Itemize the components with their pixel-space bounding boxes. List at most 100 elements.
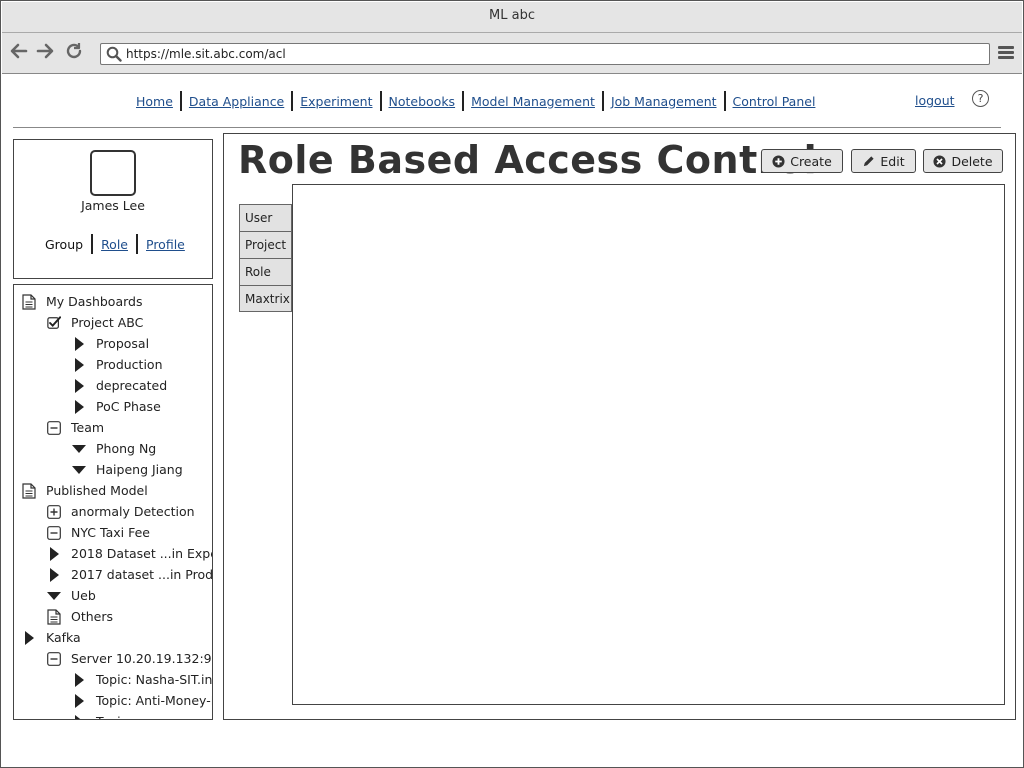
triangle-right-icon[interactable]	[72, 357, 86, 372]
browser-window: ML abc Home Data Appliance Experiment No…	[0, 0, 1024, 768]
tree-item[interactable]: Kafka	[22, 627, 81, 648]
triangle-right-icon[interactable]	[47, 546, 61, 561]
tree-item[interactable]: Team	[47, 417, 104, 438]
main-panel: Role Based Access Control Create Edit De…	[223, 133, 1016, 720]
triangle-right-icon[interactable]	[22, 630, 36, 645]
tree-item[interactable]: 2018 Dataset ...in Experiment	[47, 543, 212, 564]
minus-box-icon[interactable]	[47, 420, 61, 435]
minus-box-icon[interactable]	[47, 525, 61, 540]
side-tabs: User Project Role Maxtrix	[239, 204, 292, 312]
tree-item-label: Kafka	[46, 630, 81, 645]
tree-item-label: Team	[71, 420, 105, 435]
group-tab[interactable]: Group	[45, 237, 91, 252]
tree-item-label: Haipeng Jiang	[96, 462, 183, 477]
tree-item[interactable]: Phong Ng	[72, 438, 156, 459]
document-icon[interactable]	[22, 293, 36, 310]
tree-item[interactable]: Topic: Nasha-SIT.in	[72, 669, 212, 690]
nav-model-management-link[interactable]: Model Management	[464, 94, 602, 109]
nav-data-appliance-link[interactable]: Data Appliance	[182, 94, 291, 109]
profile-link[interactable]: Profile	[138, 237, 193, 252]
tree-item[interactable]: Published Model	[22, 480, 148, 501]
logout-link[interactable]: logout	[915, 93, 955, 108]
search-icon	[106, 46, 122, 62]
delete-button[interactable]: Delete	[923, 149, 1003, 173]
nav-notebooks-link[interactable]: Notebooks	[382, 94, 463, 109]
nav-home-link[interactable]: Home	[129, 94, 180, 109]
tree-item[interactable]: deprecated	[72, 375, 167, 396]
page-title: Role Based Access Control	[238, 138, 818, 182]
triangle-right-icon[interactable]	[47, 567, 61, 582]
tab-project[interactable]: Project	[239, 231, 292, 258]
nav-control-panel-link[interactable]: Control Panel	[726, 94, 823, 109]
dashboard-tree: My Dashboards Project ABC Proposal Producti…	[13, 284, 213, 720]
tree-item[interactable]: Ueb	[47, 585, 96, 606]
tree-item-label: Topic	[96, 714, 127, 719]
triangle-right-icon[interactable]	[72, 399, 86, 414]
tree-item-label: Published Model	[46, 483, 148, 498]
tree-item[interactable]: Server 10.20.19.132:9192	[47, 648, 212, 669]
nav-job-management-link[interactable]: Job Management	[604, 94, 724, 109]
forward-arrow-icon[interactable]	[35, 41, 55, 63]
tree-item[interactable]: NYC Taxi Fee	[47, 522, 150, 543]
edit-button-label: Edit	[880, 153, 905, 169]
tree-item[interactable]: My Dashboards	[22, 291, 142, 312]
edit-button[interactable]: Edit	[851, 149, 916, 173]
triangle-right-icon[interactable]	[72, 714, 86, 719]
tree-item-label: My Dashboards	[46, 294, 143, 309]
tree-item-label: Topic: Anti-Money-Laundering	[96, 693, 212, 708]
tree-item[interactable]: Haipeng Jiang	[72, 459, 183, 480]
url-input[interactable]	[126, 44, 976, 64]
role-link[interactable]: Role	[93, 237, 136, 252]
triangle-right-icon[interactable]	[72, 693, 86, 708]
checkbox-checked-icon[interactable]	[47, 315, 61, 330]
triangle-down-icon[interactable]	[72, 442, 86, 456]
tree-item[interactable]: Topic	[72, 711, 127, 719]
tree-item[interactable]: Others	[47, 606, 113, 627]
triangle-down-icon[interactable]	[47, 589, 61, 603]
triangle-right-icon[interactable]	[72, 378, 86, 393]
close-circle-icon	[933, 154, 946, 168]
tree-item-label: Production	[96, 357, 163, 372]
tree-item-label: 2017 dataset ...in Production	[71, 567, 213, 582]
tree-item[interactable]: Production	[72, 354, 163, 375]
triangle-right-icon[interactable]	[72, 336, 86, 351]
tab-user[interactable]: User	[239, 204, 292, 231]
document-icon[interactable]	[22, 482, 36, 499]
hamburger-menu-icon[interactable]	[998, 46, 1014, 60]
tree-item[interactable]: Proposal	[72, 333, 149, 354]
create-button[interactable]: Create	[761, 149, 843, 173]
tree-item-label: Phong Ng	[96, 441, 157, 456]
content-area	[292, 184, 1005, 705]
tab-role[interactable]: Role	[239, 258, 292, 285]
tree-item-label: NYC Taxi Fee	[71, 525, 150, 540]
tree-item[interactable]: anormaly Detection	[47, 501, 195, 522]
tree-item-label: Topic: Nasha-SIT.in	[96, 672, 213, 687]
user-name: James Lee	[81, 198, 145, 213]
tree-item[interactable]: PoC Phase	[72, 396, 161, 417]
plus-box-icon[interactable]	[47, 504, 61, 519]
tree-item-label: Ueb	[71, 588, 96, 603]
tree-item[interactable]: Topic: Anti-Money-Laundering	[72, 690, 212, 711]
tab-matrix[interactable]: Maxtrix	[239, 285, 292, 312]
tree-item-label: Others	[71, 609, 114, 624]
reload-icon[interactable]	[64, 41, 84, 63]
tree-item-label: Proposal	[96, 336, 150, 351]
tree-item[interactable]: 2017 dataset ...in Production	[47, 564, 213, 585]
profile-links: Group Role Profile	[45, 234, 193, 254]
avatar	[90, 150, 136, 196]
tree-item-label: PoC Phase	[96, 399, 161, 414]
triangle-down-icon[interactable]	[72, 463, 86, 477]
pencil-icon	[864, 155, 874, 166]
address-bar[interactable]	[100, 43, 990, 65]
help-icon[interactable]: ?	[972, 90, 989, 107]
minus-box-icon[interactable]	[47, 651, 61, 666]
back-arrow-icon[interactable]	[9, 41, 29, 63]
document-icon[interactable]	[47, 608, 61, 625]
nav-experiment-link[interactable]: Experiment	[293, 94, 379, 109]
triangle-right-icon[interactable]	[72, 672, 86, 687]
window-title: ML abc	[2, 2, 1022, 33]
tree-item-label: 2018 Dataset ...in Experiment	[71, 546, 212, 561]
tree-item[interactable]: Project ABC	[47, 312, 143, 333]
tree-item-label: deprecated	[96, 378, 168, 393]
browser-toolbar	[2, 33, 1022, 74]
